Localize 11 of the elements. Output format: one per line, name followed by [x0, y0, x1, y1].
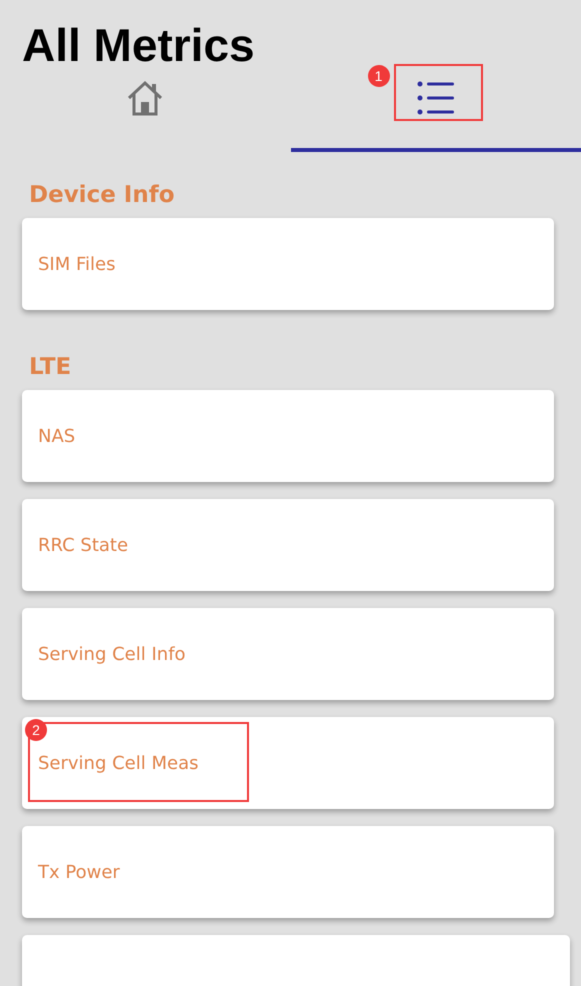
- metric-card[interactable]: SIM Files: [22, 218, 554, 310]
- section-header: LTE: [29, 354, 72, 380]
- callout-badge: 1: [368, 65, 390, 87]
- metric-card[interactable]: Serving Cell Info: [22, 608, 554, 700]
- metric-card[interactable]: RRC State: [22, 499, 554, 591]
- list-icon: [416, 80, 455, 116]
- metric-card[interactable]: NAS: [22, 390, 554, 482]
- metric-card[interactable]: Tx Power: [22, 826, 554, 918]
- home-icon: [126, 80, 164, 116]
- page-title: All Metrics: [22, 18, 255, 72]
- section-header: Device Info: [29, 182, 175, 208]
